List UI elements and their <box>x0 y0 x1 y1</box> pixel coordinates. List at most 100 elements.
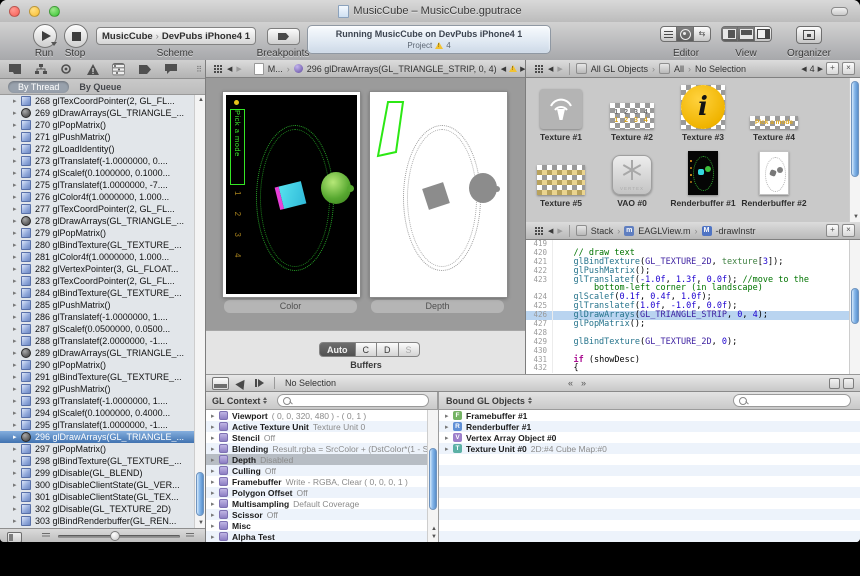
gl-context-scrollbar[interactable]: ▲ ▼ <box>427 410 438 542</box>
disclosure-icon[interactable]: ▸ <box>211 445 219 453</box>
related-items-icon[interactable] <box>535 230 537 232</box>
gl-call-row[interactable]: ▸289 glDrawArrays(GL_TRIANGLE_... <box>0 347 194 359</box>
gl-object-item[interactable]: Renderbuffer #2 <box>741 146 807 208</box>
checker-text-thumbnail[interactable]: Pick a mode <box>750 116 798 129</box>
scrollbar-thumb[interactable] <box>429 448 437 510</box>
gl-call-row[interactable]: ▸303 glBindRenderbuffer(GL_REN... <box>0 515 194 527</box>
gl-call-row[interactable]: ▸301 glDisableClientState(GL_TEX... <box>0 491 194 503</box>
gl-call-row[interactable]: ▸283 glTexCoordPointer(2, GL_FL... <box>0 275 194 287</box>
disclosure-icon[interactable]: ▸ <box>13 349 21 357</box>
frame-view-icon[interactable] <box>7 532 22 543</box>
disclosure-icon[interactable]: ▸ <box>13 385 21 393</box>
breadcrumb-stack[interactable]: Stack <box>591 226 614 236</box>
gl-context-row[interactable]: ▸MultisamplingDefault Coverage <box>205 498 427 509</box>
buffer-auto-button[interactable]: Auto <box>319 342 356 357</box>
step-button[interactable] <box>255 379 264 387</box>
forward-icon[interactable]: ▶ <box>557 227 562 235</box>
pane-grip-icon[interactable]: ⠿ <box>196 65 201 74</box>
hide-debug-area-button[interactable] <box>212 377 229 390</box>
checker-nums-thumbnail[interactable]: 1 2 3 41 2 3 4 <box>610 103 654 129</box>
activity-viewer[interactable]: Running MusicCube on DevPubs iPhone4 1 P… <box>307 25 551 54</box>
scrollbar-thumb[interactable] <box>196 472 204 516</box>
gl-call-row[interactable]: ▸269 glDrawArrays(GL_TRIANGLE_... <box>0 107 194 119</box>
breadcrumb-symbol[interactable]: -drawInstr <box>716 226 756 236</box>
gl-call-row[interactable]: ▸279 glPopMatrix() <box>0 227 194 239</box>
gl-object-item[interactable]: Renderbuffer #1 <box>670 146 736 208</box>
gl-call-row[interactable]: ▸286 glTranslatef(-1.0000000, 1.... <box>0 311 194 323</box>
project-navigator-icon[interactable] <box>8 63 21 76</box>
breakpoint-navigator-icon[interactable] <box>138 63 151 76</box>
gl-call-row[interactable]: ▸300 glDisableClientState(GL_VER... <box>0 479 194 491</box>
disclosure-icon[interactable]: ▸ <box>211 533 219 541</box>
disclosure-icon[interactable]: ▸ <box>13 517 21 525</box>
gl-call-row[interactable]: ▸293 glTranslatef(-1.0000000, 1.... <box>0 395 194 407</box>
disclosure-icon[interactable]: ▸ <box>13 193 21 201</box>
disclosure-icon[interactable]: ▸ <box>13 409 21 417</box>
disclosure-icon[interactable]: ▸ <box>13 277 21 285</box>
console-view-toggle[interactable] <box>843 378 854 389</box>
navigator-toggle-button[interactable] <box>721 26 738 42</box>
gl-object-item[interactable]: 1 2 3 41 2 3 4Texture #2 <box>599 80 665 142</box>
scroll-down-icon[interactable]: ▼ <box>853 214 859 220</box>
gl-call-row[interactable]: ▸273 glTranslatef(-1.0000000, 0.... <box>0 155 194 167</box>
gl-call-row[interactable]: ▸277 glTexCoordPointer(2, GL_FL... <box>0 203 194 215</box>
prev-item-icon[interactable]: ◀ <box>801 65 806 73</box>
breadcrumb-file[interactable]: EAGLView.m <box>638 226 690 236</box>
disclosure-icon[interactable]: ▸ <box>13 145 21 153</box>
run-button[interactable] <box>33 24 57 48</box>
scheme-selector[interactable]: MusicCube › DevPubs iPhone4 1 <box>96 27 256 45</box>
disclosure-icon[interactable]: ▸ <box>13 157 21 165</box>
disclosure-icon[interactable]: ▸ <box>13 493 21 501</box>
gl-call-row[interactable]: ▸290 glPopMatrix() <box>0 359 194 371</box>
forward-icon[interactable]: ▶ <box>557 65 562 73</box>
gl-call-row[interactable]: ▸302 glDisable(GL_TEXTURE_2D) <box>0 503 194 515</box>
breakpoints-button[interactable] <box>267 28 300 45</box>
gl-call-row[interactable]: ▸296 glDrawArrays(GL_TRIANGLE_... <box>0 431 194 443</box>
buffer-color-button[interactable]: C <box>356 342 378 357</box>
back-icon[interactable]: ◀ <box>548 227 553 235</box>
disclosure-icon[interactable]: ▸ <box>13 325 21 333</box>
disclosure-icon[interactable]: ▸ <box>13 337 21 345</box>
bound-object-row[interactable]: ▸FFramebuffer #1 <box>439 410 860 421</box>
disclosure-icon[interactable]: ▸ <box>445 445 453 453</box>
search-navigator-icon[interactable] <box>60 63 73 76</box>
gl-call-row[interactable]: ▸297 glPopMatrix() <box>0 443 194 455</box>
disclosure-icon[interactable]: ▸ <box>211 489 219 497</box>
checker-wide-thumbnail[interactable] <box>537 165 585 195</box>
breadcrumb-group[interactable]: All <box>674 64 684 74</box>
gl-call-row[interactable]: ▸281 glColor4f(1.0000000, 1.000... <box>0 251 194 263</box>
gl-call-row[interactable]: ▸276 glColor4f(1.0000000, 1.000... <box>0 191 194 203</box>
add-assistant-icon[interactable]: + <box>826 224 839 237</box>
back-icon[interactable]: ◀ <box>227 65 232 73</box>
scroll-up-icon[interactable]: ▲ <box>431 526 437 532</box>
disclosure-icon[interactable]: ▸ <box>13 313 21 321</box>
disclosure-icon[interactable]: ▸ <box>13 445 21 453</box>
collapse-left-icon[interactable]: « <box>568 378 573 388</box>
gl-call-row[interactable]: ▸287 glScalef(0.0500000, 0.0500... <box>0 323 194 335</box>
scrollbar-thumb[interactable] <box>851 288 859 324</box>
disclosure-icon[interactable]: ▸ <box>13 121 21 129</box>
gl-context-row[interactable]: ▸StencilOff <box>205 432 427 443</box>
add-assistant-icon[interactable]: + <box>826 62 839 75</box>
disclosure-icon[interactable]: ▸ <box>211 478 219 486</box>
textures-scrollbar[interactable]: ▼ <box>849 78 860 222</box>
gl-context-search-field[interactable] <box>277 394 429 407</box>
breadcrumb-call[interactable]: 296 glDrawArrays(GL_TRIANGLE_STRIP, 0, 4… <box>307 64 497 74</box>
disclosure-icon[interactable]: ▸ <box>445 412 453 420</box>
log-navigator-icon[interactable] <box>164 63 177 76</box>
version-editor-button[interactable]: ⇆ <box>694 26 711 42</box>
breadcrumb-root[interactable]: All GL Objects <box>591 64 648 74</box>
pane-divider[interactable] <box>438 392 439 542</box>
location-icon[interactable] <box>235 376 248 389</box>
disclosure-icon[interactable]: ▸ <box>13 265 21 273</box>
scroll-down-icon[interactable]: ▼ <box>431 534 437 540</box>
disclosure-icon[interactable]: ▸ <box>13 301 21 309</box>
vao-thumbnail[interactable]: VERTEX <box>612 155 652 195</box>
gl-call-row[interactable]: ▸282 glVertexPointer(3, GL_FLOAT... <box>0 263 194 275</box>
sort-control-icon[interactable] <box>263 397 267 404</box>
warning-icon[interactable] <box>509 65 517 72</box>
disclosure-icon[interactable]: ▸ <box>211 511 219 519</box>
disclosure-icon[interactable]: ▸ <box>445 434 453 442</box>
disclosure-icon[interactable]: ▸ <box>13 397 21 405</box>
disclosure-icon[interactable]: ▸ <box>13 133 21 141</box>
